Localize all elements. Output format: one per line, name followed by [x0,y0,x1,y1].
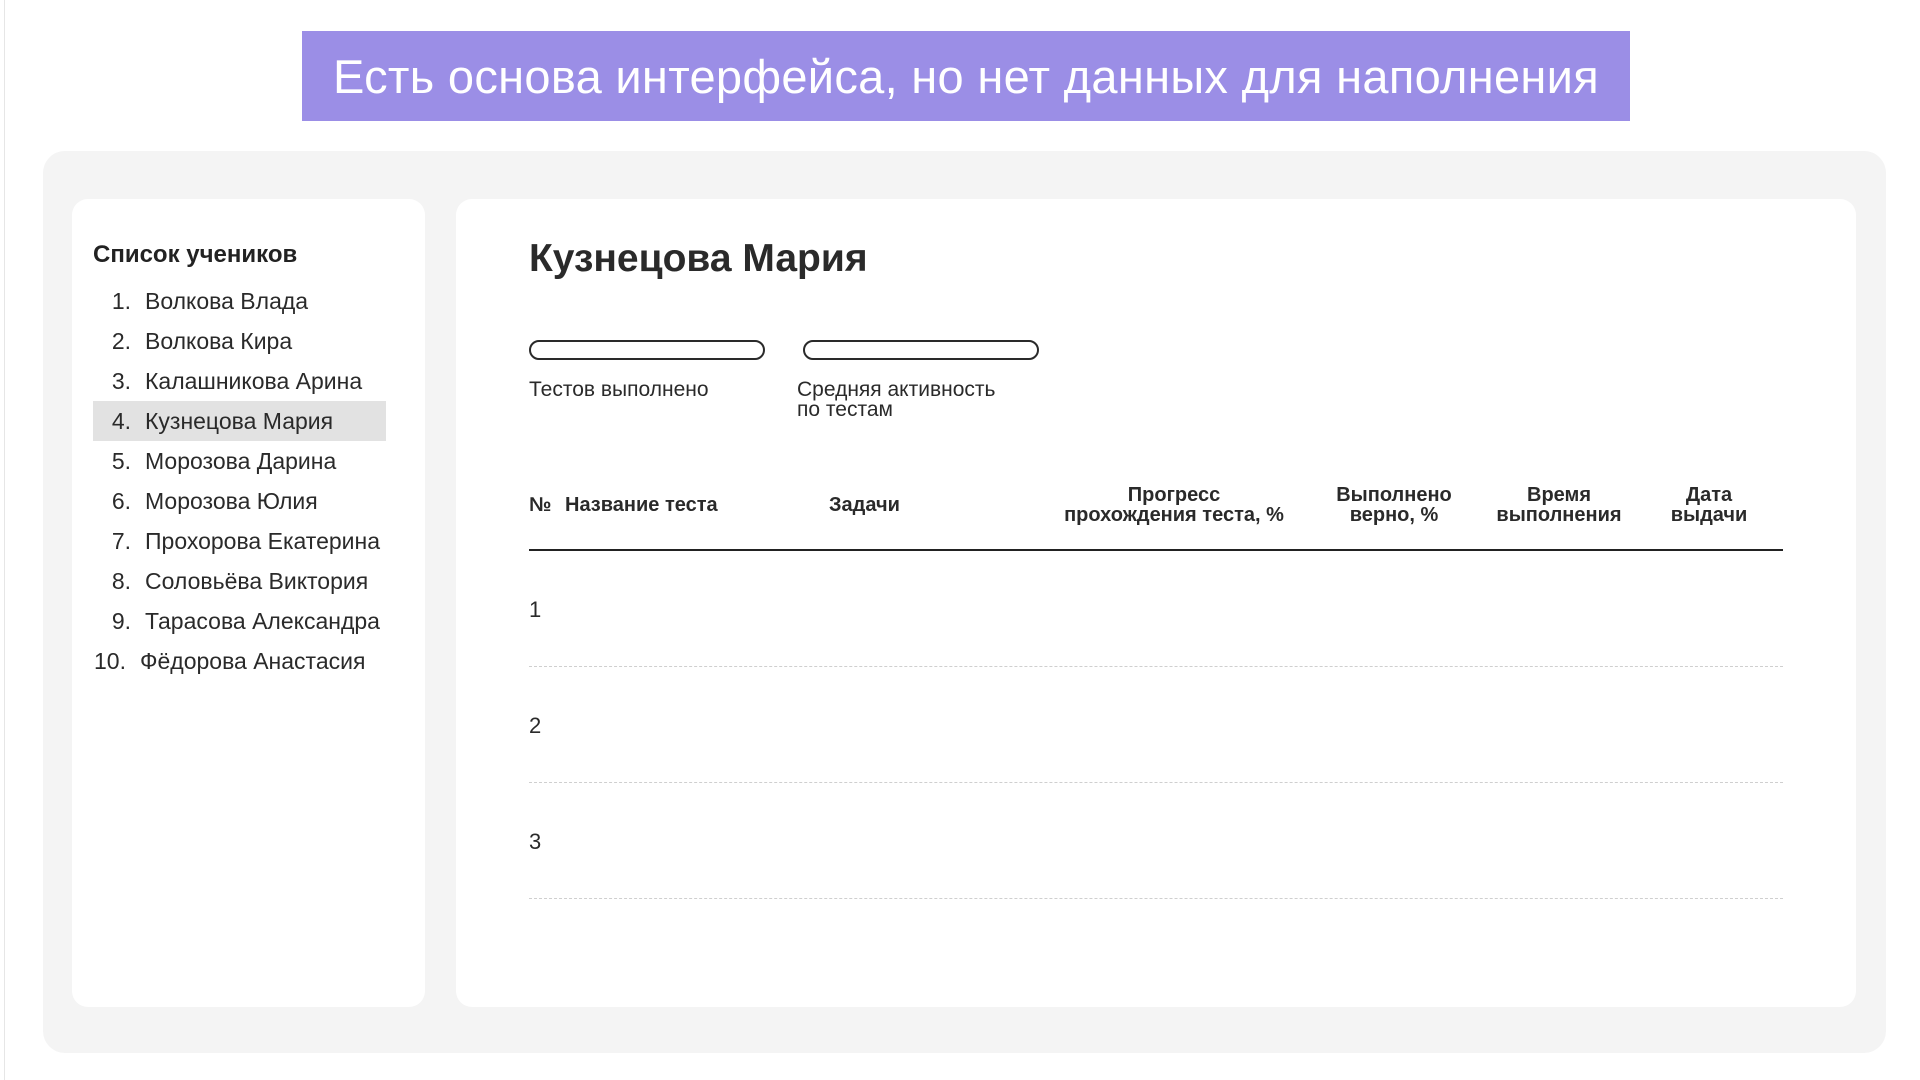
header-line: Выполнено [1336,484,1452,506]
column-header-correct: Выполнено верно, % [1329,485,1459,525]
tests-completed-label: Тестов выполнено [529,378,709,401]
student-name: Прохорова Екатерина [145,527,381,554]
student-item-8[interactable]: 8. Соловьёва Виктория [93,561,386,601]
student-list: 1. Волкова Влада 2. Волкова Кира 3. Кала… [93,281,387,681]
student-item-1[interactable]: 1. Волкова Влада [93,281,386,321]
table-row[interactable]: 2 [529,667,1783,783]
student-number: 10. [94,647,126,674]
student-number: 6. [111,487,131,514]
table-row[interactable]: 1 [529,551,1783,667]
header-line: выдачи [1670,504,1748,526]
page-title: Кузнецова Мария [529,237,868,280]
student-item-9[interactable]: 9. Тарасова Александра [93,601,386,641]
student-number: 2. [111,327,131,354]
student-name: Волкова Влада [145,287,309,314]
student-name: Волкова Кира [145,327,293,354]
student-item-4-selected[interactable]: 4. Кузнецова Мария [93,401,387,441]
header-line: прохождения теста, % [1064,504,1284,526]
banner-text: Есть основа интерфейса, но нет данных дл… [333,49,1599,103]
row-number: 1 [529,597,542,622]
average-activity-label: Средняя активность по тестам [797,378,996,421]
student-item-10[interactable]: 10. Фёдорова Анастасия [93,641,386,681]
student-number: 8. [111,567,131,594]
student-number: 3. [111,367,131,394]
student-name: Калашникова Арина [145,367,363,394]
stat-label-line: Тестов выполнено [529,378,709,401]
column-header-num: № [529,494,552,516]
student-item-2[interactable]: 2. Волкова Кира [93,321,386,361]
column-header-progress: Прогресс прохождения теста, % [1049,485,1299,525]
student-name: Морозова Юлия [145,487,318,514]
sidebar-title: Список учеников [93,241,298,268]
stat-label-line: Средняя активность [797,378,996,401]
column-header-date: Дата выдачи [1659,485,1759,525]
table-row[interactable]: 3 [529,783,1783,899]
tests-completed-bar [529,340,765,360]
student-number: 1. [111,287,131,314]
row-number: 2 [529,713,542,738]
column-header-test-name: Название теста [565,494,718,516]
page-edge [4,0,5,1080]
student-item-3[interactable]: 3. Калашникова Арина [93,361,386,401]
header-line: верно, % [1349,504,1439,526]
student-number: 7. [111,527,131,554]
student-number: 9. [111,607,131,634]
student-item-6[interactable]: 6. Морозова Юлия [93,481,386,521]
banner: Есть основа интерфейса, но нет данных дл… [302,31,1630,121]
student-name: Кузнецова Мария [145,407,334,434]
table-header: № Название теста Задачи Прогресс прохожд… [529,485,1783,551]
header-line: Прогресс [1127,484,1221,506]
student-name: Соловьёва Виктория [145,567,369,594]
header-line: Время [1527,484,1591,506]
student-detail-panel: Кузнецова Мария Тестов выполнено Средняя… [456,199,1856,1007]
student-name: Фёдорова Анастасия [140,647,366,674]
column-header-time: Время выполнения [1489,485,1629,525]
column-header-tasks: Задачи [829,494,900,516]
header-line: выполнения [1496,504,1622,526]
stat-label-line: по тестам [797,398,893,421]
row-number: 3 [529,829,542,854]
student-sidebar: Список учеников 1. Волкова Влада 2. Волк… [72,199,425,1007]
student-number: 5. [111,447,131,474]
header-line: Дата [1685,484,1733,506]
student-item-7[interactable]: 7. Прохорова Екатерина [93,521,386,561]
student-name: Морозова Дарина [145,447,337,474]
student-item-5[interactable]: 5. Морозова Дарина [93,441,386,481]
tests-table: № Название теста Задачи Прогресс прохожд… [529,485,1783,899]
average-activity-bar [803,340,1039,360]
student-number: 4. [111,407,131,434]
student-name: Тарасова Александра [145,607,380,634]
